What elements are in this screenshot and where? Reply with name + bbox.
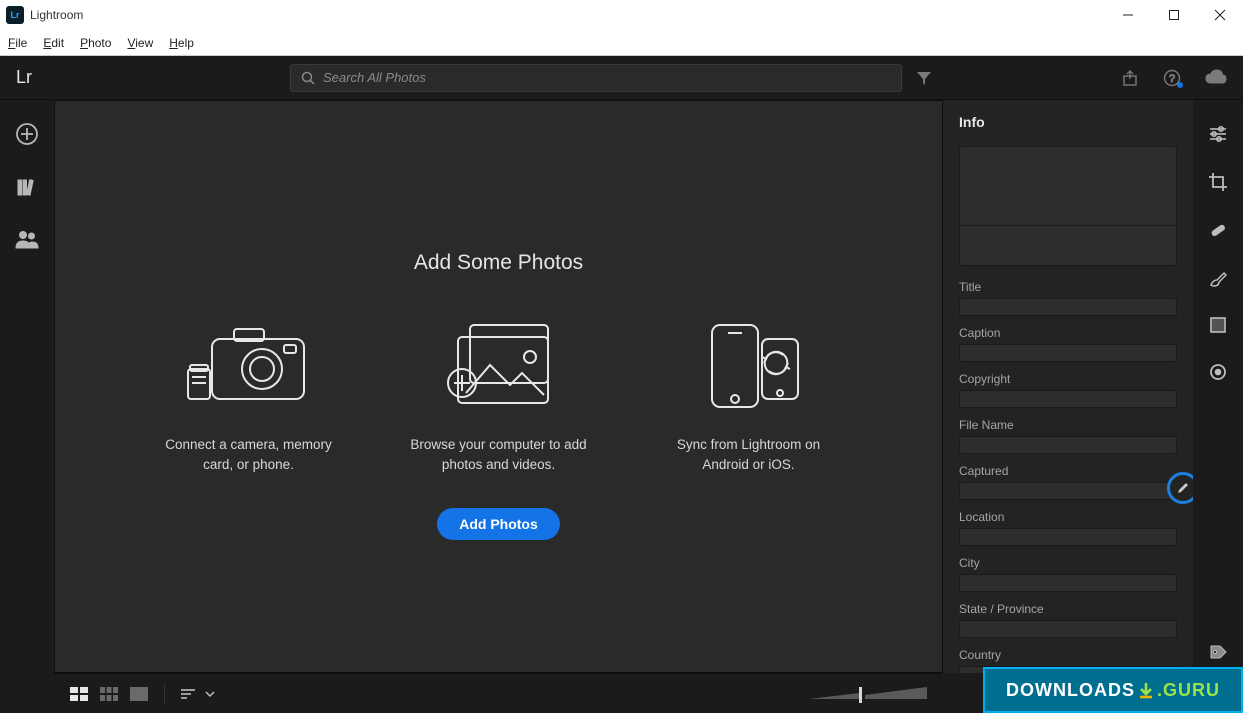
- left-sidebar: [0, 100, 54, 673]
- svg-text:?: ?: [1169, 73, 1175, 85]
- healing-brush-icon[interactable]: [1208, 220, 1228, 240]
- field-input-location[interactable]: [959, 528, 1177, 546]
- window-titlebar: Lr Lightroom: [0, 0, 1243, 30]
- field-input-filename[interactable]: [959, 436, 1177, 454]
- help-icon[interactable]: ?: [1163, 69, 1181, 87]
- sort-button[interactable]: [179, 687, 215, 701]
- card-connect-device: Connect a camera, memory card, or phone.: [154, 311, 344, 474]
- search-icon: [301, 71, 315, 85]
- thumbnail-size-slider[interactable]: [809, 685, 929, 703]
- info-panel-header: Info: [959, 114, 1177, 130]
- chevron-down-icon: [205, 690, 215, 698]
- grid-view-icon[interactable]: [68, 686, 90, 702]
- app-icon: Lr: [6, 6, 24, 24]
- field-label-captured: Captured: [959, 464, 1177, 478]
- keywords-tag-icon[interactable]: [1208, 643, 1228, 663]
- field-label-caption: Caption: [959, 326, 1177, 340]
- radial-gradient-icon[interactable]: [1208, 362, 1228, 382]
- crop-icon[interactable]: [1208, 172, 1228, 192]
- people-icon[interactable]: [15, 228, 39, 250]
- edit-tools-rail: [1193, 100, 1243, 673]
- card-text: Sync from Lightroom on Android or iOS.: [654, 435, 844, 474]
- field-label-copyright: Copyright: [959, 372, 1177, 386]
- app-topbar: Lr Search All Photos ?: [0, 56, 1243, 100]
- field-input-copyright[interactable]: [959, 390, 1177, 408]
- menu-help[interactable]: Help: [167, 32, 204, 54]
- square-grid-view-icon[interactable]: [98, 686, 120, 702]
- share-icon[interactable]: [1121, 69, 1139, 87]
- menu-file[interactable]: File: [6, 32, 37, 54]
- card-text: Browse your computer to add photos and v…: [404, 435, 594, 474]
- field-label-state: State / Province: [959, 602, 1177, 616]
- field-label-country: Country: [959, 648, 1177, 662]
- close-button[interactable]: [1197, 0, 1243, 30]
- bottom-toolbar: [54, 673, 943, 713]
- watermark-text-right: .GURU: [1157, 680, 1220, 701]
- field-label-city: City: [959, 556, 1177, 570]
- pencil-icon: [1176, 481, 1190, 495]
- camera-icon: [184, 311, 314, 421]
- search-placeholder: Search All Photos: [323, 70, 426, 85]
- field-input-captured[interactable]: [959, 482, 1177, 500]
- edit-info-highlight-button[interactable]: [1167, 472, 1193, 504]
- card-browse-computer: Browse your computer to add photos and v…: [404, 311, 594, 474]
- field-label-title: Title: [959, 280, 1177, 294]
- card-sync-mobile: Sync from Lightroom on Android or iOS.: [654, 311, 844, 474]
- cloud-sync-icon[interactable]: [1205, 69, 1227, 87]
- watermark-text-left: DOWNLOADS: [1006, 680, 1135, 701]
- menubar: File Edit Photo View Help: [0, 30, 1243, 56]
- library-icon[interactable]: [16, 176, 38, 198]
- edit-sliders-icon[interactable]: [1208, 124, 1228, 144]
- search-input[interactable]: Search All Photos: [290, 64, 902, 92]
- photos-folder-icon: [434, 311, 564, 421]
- field-input-caption[interactable]: [959, 344, 1177, 362]
- download-arrow-icon: [1137, 681, 1155, 699]
- linear-gradient-icon[interactable]: [1209, 316, 1227, 334]
- menu-view[interactable]: View: [125, 32, 163, 54]
- add-photos-icon[interactable]: [15, 122, 39, 146]
- window-title: Lightroom: [30, 8, 83, 22]
- field-input-state[interactable]: [959, 620, 1177, 638]
- single-view-icon[interactable]: [128, 686, 150, 702]
- main-content: Add Some Photos Conne: [54, 100, 943, 673]
- brush-icon[interactable]: [1208, 268, 1228, 288]
- field-label-filename: File Name: [959, 418, 1177, 432]
- info-panel: Info Title Caption Copyright File Name C…: [943, 100, 1193, 673]
- menu-photo[interactable]: Photo: [78, 32, 121, 54]
- filter-button[interactable]: [906, 70, 942, 86]
- info-preview-thumbnail: [959, 146, 1177, 266]
- card-text: Connect a camera, memory card, or phone.: [154, 435, 344, 474]
- minimize-button[interactable]: [1105, 0, 1151, 30]
- field-input-city[interactable]: [959, 574, 1177, 592]
- field-input-title[interactable]: [959, 298, 1177, 316]
- menu-edit[interactable]: Edit: [41, 32, 74, 54]
- phone-sync-icon: [684, 311, 814, 421]
- maximize-button[interactable]: [1151, 0, 1197, 30]
- lightroom-logo: Lr: [16, 67, 32, 88]
- main-heading: Add Some Photos: [414, 251, 583, 275]
- watermark-badge: DOWNLOADS .GURU: [983, 667, 1243, 713]
- add-photos-button[interactable]: Add Photos: [437, 508, 560, 540]
- field-label-location: Location: [959, 510, 1177, 524]
